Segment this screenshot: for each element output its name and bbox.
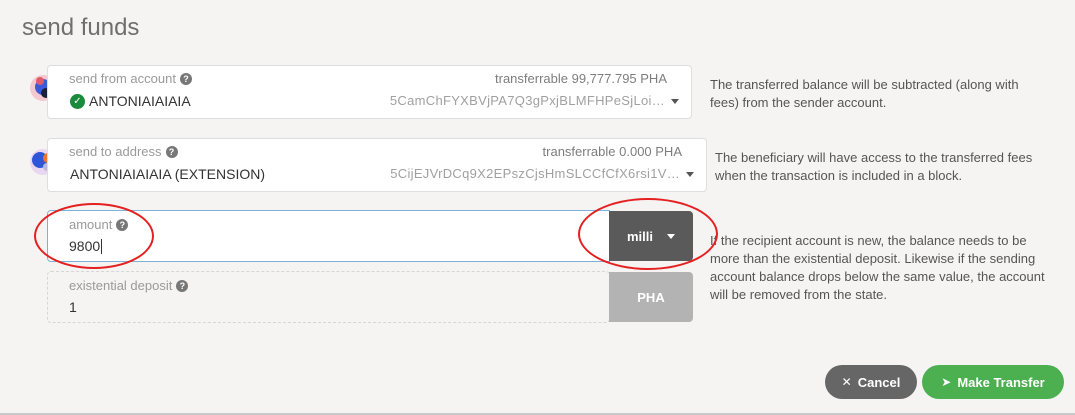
- make-transfer-button[interactable]: ➤ Make Transfer: [922, 365, 1064, 399]
- send-to-balance: transferrable 0.000 PHA: [542, 144, 682, 159]
- close-icon: ✕: [841, 375, 852, 389]
- send-to-address-select[interactable]: send to address ? transferrable 0.000 PH…: [47, 138, 707, 192]
- send-from-label: send from account: [69, 71, 176, 86]
- existential-deposit-unit-label: PHA: [637, 289, 665, 305]
- help-icon[interactable]: ?: [176, 279, 189, 292]
- send-to-help: The beneficiary will have access to the …: [715, 150, 1033, 183]
- send-to-name: ANTONIAIAIAIA (EXTENSION): [70, 166, 266, 182]
- existential-deposit-unit: PHA: [609, 272, 693, 322]
- send-from-balance: transferrable 99,777.795 PHA: [495, 71, 667, 86]
- send-icon: ➤: [941, 375, 952, 389]
- send-from-account-select[interactable]: send from account ? transferrable 99,777…: [47, 65, 692, 119]
- amount-input[interactable]: amount ? 9800: [47, 210, 610, 262]
- unit-dropdown-label: milli: [626, 228, 653, 244]
- amount-label: amount: [69, 217, 113, 232]
- help-icon[interactable]: ?: [116, 218, 129, 231]
- amount-value: 9800: [69, 238, 101, 254]
- page-title: send funds: [22, 14, 140, 41]
- existential-deposit-label: existential deposit: [69, 278, 173, 293]
- help-icon[interactable]: ?: [179, 72, 192, 85]
- send-from-name: ANTONIAIAIAIA: [89, 93, 191, 109]
- chevron-down-icon: [686, 172, 694, 177]
- unit-dropdown[interactable]: milli: [609, 211, 693, 261]
- chevron-down-icon: [667, 233, 675, 239]
- chevron-down-icon: [671, 99, 679, 104]
- cancel-button[interactable]: ✕ Cancel: [825, 365, 917, 399]
- help-icon[interactable]: ?: [165, 145, 178, 158]
- cancel-button-label: Cancel: [857, 374, 901, 390]
- existential-deposit-field: existential deposit ? 1: [47, 271, 610, 323]
- make-transfer-button-label: Make Transfer: [957, 374, 1045, 390]
- send-to-label: send to address: [69, 144, 162, 159]
- send-from-help: The transferred balance will be subtract…: [710, 77, 1019, 110]
- check-icon: ✓: [70, 93, 85, 109]
- amount-help: If the recipient account is new, the bal…: [710, 233, 1045, 302]
- send-to-address: 5CijEJVrDCq9X2EPszCjsHmSLCCfCfX6rsi1V…: [390, 166, 680, 181]
- send-from-address: 5CamChFYXBVjPA7Q3gPxjBLMFHPeSjLoi…: [389, 93, 665, 108]
- existential-deposit-value: 1: [69, 299, 77, 315]
